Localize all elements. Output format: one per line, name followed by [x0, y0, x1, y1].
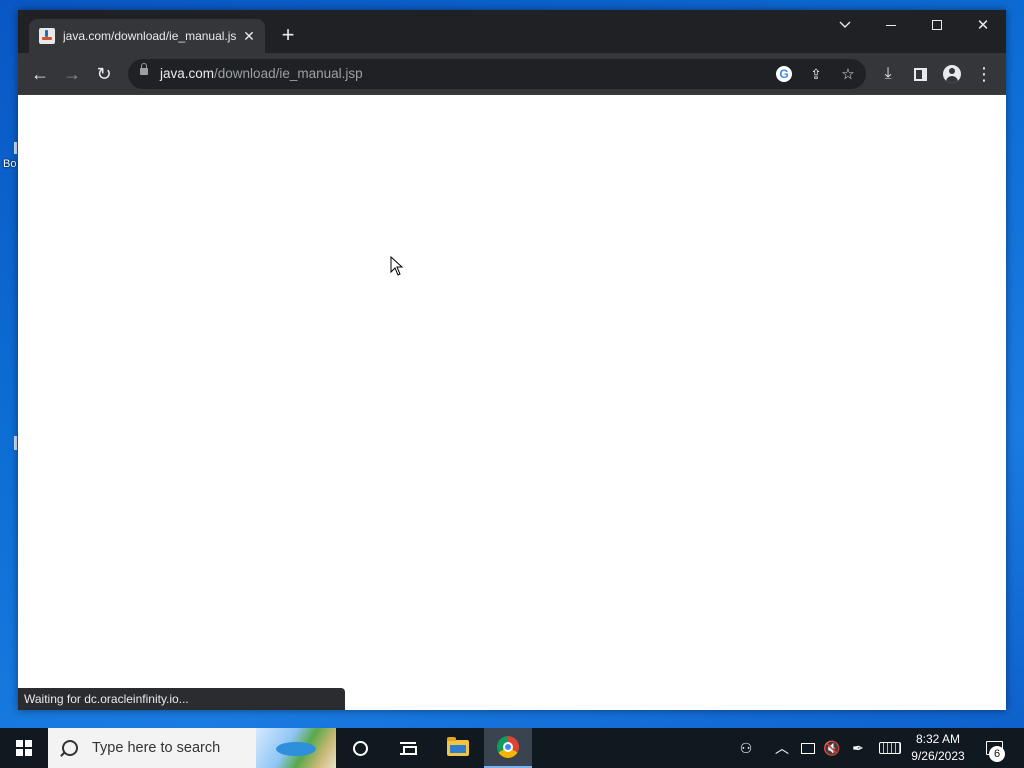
mouse-cursor-icon [390, 256, 404, 276]
tab-active[interactable]: java.com/download/ie_manual.jsp ✕ [29, 19, 265, 53]
volume-muted-icon[interactable]: 🔇 [820, 728, 844, 768]
touch-keyboard-button[interactable] [876, 728, 904, 768]
search-icon [62, 740, 78, 756]
download-icon[interactable]: ⤓ [874, 60, 902, 88]
minimize-icon [886, 24, 896, 26]
network-button[interactable] [796, 728, 820, 768]
minimize-button[interactable] [868, 10, 914, 40]
clock-date: 9/26/2023 [911, 749, 965, 763]
bookmark-star-icon[interactable]: ☆ [838, 64, 858, 84]
reload-button[interactable]: ↻ [90, 60, 118, 88]
browser-window: java.com/download/ie_manual.jsp ✕ + ✕ ← … [18, 10, 1006, 710]
start-button[interactable] [0, 728, 48, 768]
file-explorer-button[interactable] [434, 728, 482, 768]
people-icon[interactable]: ⚇ [734, 728, 758, 768]
profile-icon [943, 65, 961, 83]
url-host: java.com [160, 66, 215, 81]
maximize-icon [932, 20, 942, 30]
folder-icon [447, 737, 469, 756]
google-icon: G [776, 66, 792, 82]
cortana-icon [352, 740, 368, 756]
back-button[interactable]: ← [26, 60, 54, 88]
notification-count-badge: 6 [989, 746, 1005, 762]
search-placeholder: Type here to search [92, 740, 221, 756]
tab-title: java.com/download/ie_manual.jsp [63, 29, 237, 43]
page-content[interactable] [18, 96, 1006, 710]
share-icon[interactable]: ⇪ [806, 64, 826, 84]
desktop-icon-fragment[interactable]: Bo [0, 140, 18, 174]
url-path: /download/ie_manual.jsp [214, 66, 363, 81]
browser-toolbar: ← → ↻ java.com/download/ie_manual.jsp G … [18, 53, 1006, 95]
lock-icon[interactable] [140, 63, 148, 75]
url-text[interactable]: java.com/download/ie_manual.jsp [160, 66, 363, 81]
forward-button[interactable]: → [58, 60, 86, 88]
desktop-icon-edge [14, 142, 17, 154]
task-view-icon [400, 741, 417, 755]
close-window-button[interactable]: ✕ [960, 10, 1006, 40]
desktop-icon-fragment-2[interactable] [0, 436, 18, 454]
desktop-icon-edge-2 [14, 436, 17, 450]
network-icon [801, 742, 815, 754]
google-lens-button[interactable]: G [774, 64, 794, 84]
tab-close-icon[interactable]: ✕ [240, 27, 258, 45]
search-highlight-image[interactable] [256, 728, 336, 768]
maximize-button[interactable] [914, 10, 960, 40]
tab-strip: java.com/download/ie_manual.jsp ✕ + ✕ [18, 10, 1006, 53]
chrome-icon [497, 736, 519, 758]
clock[interactable]: 8:32 AM 9/26/2023 [906, 728, 970, 768]
profile-button[interactable] [938, 60, 966, 88]
side-panel-button[interactable] [906, 60, 934, 88]
taskbar-search-box[interactable]: Type here to search [48, 728, 336, 768]
keyboard-icon [879, 742, 901, 754]
task-view-button[interactable] [384, 728, 432, 768]
side-panel-icon [913, 67, 927, 81]
windows-logo-icon [16, 740, 32, 756]
menu-icon[interactable]: ⋮ [970, 60, 998, 88]
tab-search-button[interactable] [822, 10, 868, 40]
new-tab-button[interactable]: + [276, 24, 300, 48]
cortana-button[interactable] [336, 728, 384, 768]
status-bubble: Waiting for dc.oracleinfinity.io... [18, 688, 345, 710]
show-hidden-icons-chevron-icon[interactable]: ︿ [772, 728, 792, 768]
address-bar[interactable]: java.com/download/ie_manual.jsp G ⇪ ☆ [128, 59, 866, 89]
desktop-icon-label: Bo [3, 158, 17, 170]
clock-time: 8:32 AM [915, 732, 961, 746]
pen-workspace-icon[interactable]: ✒ [846, 728, 870, 768]
chrome-taskbar-button[interactable] [484, 728, 532, 768]
taskbar: Type here to search ⚇ ︿ 🔇 ✒ 8:32 AM 9/26… [0, 728, 1024, 768]
java-favicon-icon [39, 28, 55, 44]
chevron-down-icon [839, 21, 851, 28]
